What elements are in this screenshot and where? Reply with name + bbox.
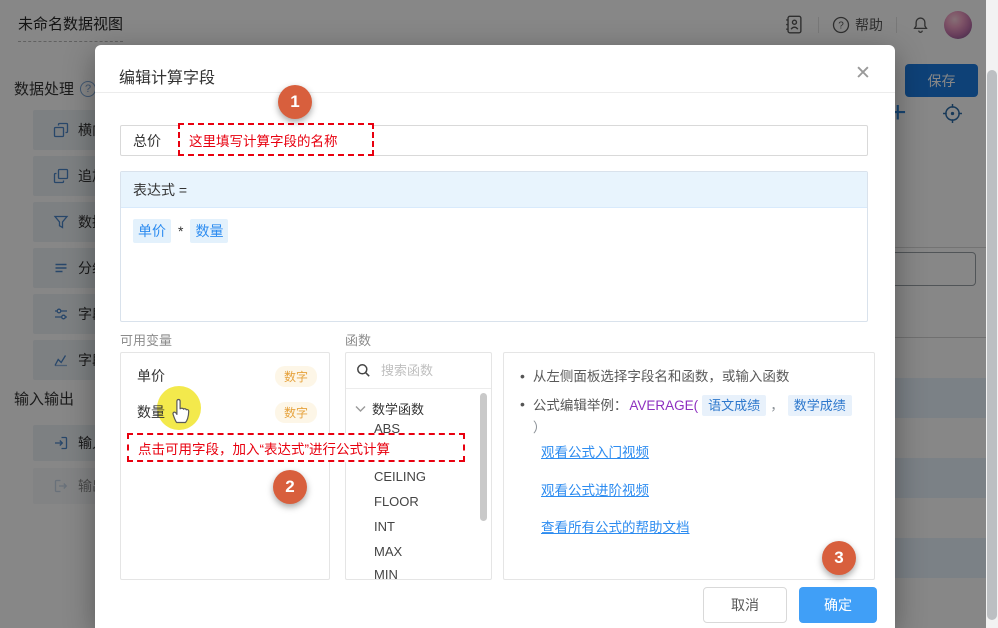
close-paren: ） <box>533 418 547 437</box>
tips-panel: • 从左侧面板选择字段名和函数，或输入函数 • 公式编辑举例： AVERAGE(… <box>503 352 875 580</box>
step-badge-2: 2 <box>273 470 307 504</box>
function-item[interactable]: FLOOR <box>374 489 419 513</box>
expression-body[interactable]: 单价 * 数量 <box>121 208 867 254</box>
scrollbar-thumb[interactable] <box>987 70 997 620</box>
link-intro-video[interactable]: 观看公式入门视频 <box>541 441 649 461</box>
link-advanced-video[interactable]: 观看公式进阶视频 <box>541 479 649 499</box>
expression-label: 表达式 = <box>121 172 867 208</box>
functions-label: 函数 <box>345 330 371 349</box>
annotation-box-1: 这里填写计算字段的名称 <box>178 123 374 156</box>
vars-label: 可用变量 <box>120 330 172 349</box>
tip-text: 公式编辑举例： <box>533 396 628 415</box>
function-item[interactable]: INT <box>374 514 395 538</box>
var-type-badge: 数字 <box>275 402 317 423</box>
close-icon[interactable]: ✕ <box>851 61 875 85</box>
dialog-title: 编辑计算字段 <box>119 64 215 88</box>
link-formula-docs[interactable]: 查看所有公式的帮助文档 <box>541 516 690 536</box>
tip-text: 从左侧面板选择字段名和函数，或输入函数 <box>533 367 790 386</box>
var-row[interactable]: 数量 数字 <box>121 397 329 427</box>
hand-cursor-icon <box>168 396 192 424</box>
var-type-badge: 数字 <box>275 366 317 387</box>
expression-editor: 表达式 = 单价 * 数量 <box>120 171 868 322</box>
function-search <box>346 353 491 389</box>
annotation-box-2: 点击可用字段，加入“表达式”进行公式计算 <box>127 433 465 462</box>
var-row[interactable]: 单价 数字 <box>121 361 329 391</box>
dialog-header-divider <box>95 92 895 93</box>
functions-scrollbar-thumb[interactable] <box>480 393 487 521</box>
available-vars-panel: 单价 数字 数量 数字 <box>120 352 330 580</box>
annotation-text: 这里填写计算字段的名称 <box>189 130 338 150</box>
window-scrollbar[interactable] <box>986 0 998 628</box>
var-name: 单价 <box>137 366 165 386</box>
functions-panel: 数学函数 ABS AVERAGE CEILING FLOOR INT MAX M… <box>345 352 492 580</box>
bullet-icon: • <box>520 395 525 414</box>
function-item[interactable]: CEILING <box>374 464 426 488</box>
example-field-chip: 语文成绩 <box>702 395 766 416</box>
function-search-input[interactable] <box>379 362 474 379</box>
var-name: 数量 <box>137 402 165 422</box>
comma: ， <box>770 396 784 415</box>
bullet-icon: • <box>520 367 525 386</box>
search-icon <box>356 363 371 378</box>
example-field-chip: 数学成绩 <box>788 395 852 416</box>
app-screen: 未命名数据视图 ? 帮助 <box>0 0 998 628</box>
cancel-button[interactable]: 取消 <box>703 587 787 623</box>
function-item[interactable]: MAX <box>374 539 402 563</box>
tip-line: • 公式编辑举例： AVERAGE( 语文成绩 ， 数学成绩 ） <box>520 395 868 437</box>
confirm-button[interactable]: 确定 <box>799 587 877 623</box>
field-chip[interactable]: 数量 <box>190 219 228 243</box>
function-item[interactable]: MIN <box>374 562 398 586</box>
field-chip[interactable]: 单价 <box>133 219 171 243</box>
example-function-name: AVERAGE( <box>629 396 698 415</box>
edit-calc-field-dialog: 编辑计算字段 ✕ 表达式 = 单价 * 数量 可用变量 函数 单价 数字 数量 … <box>95 45 895 628</box>
annotation-text: 点击可用字段，加入“表达式”进行公式计算 <box>138 438 390 458</box>
chevron-down-icon <box>355 405 366 413</box>
tip-line: • 从左侧面板选择字段名和函数，或输入函数 <box>520 367 860 386</box>
operator: * <box>178 223 183 239</box>
step-badge-1: 1 <box>278 85 312 119</box>
step-badge-3: 3 <box>822 541 856 575</box>
